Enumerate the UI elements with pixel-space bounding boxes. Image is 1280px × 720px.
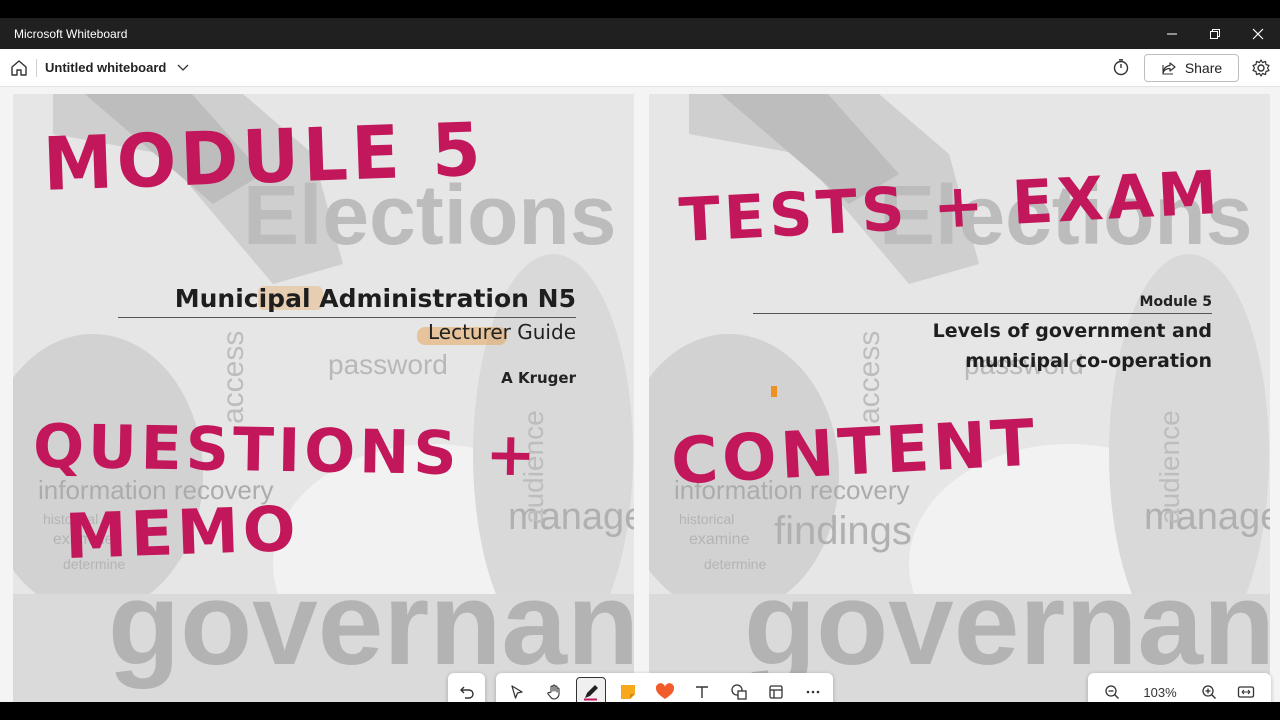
zoom-in-icon[interactable] — [1194, 677, 1224, 702]
bg-word-historical: historical — [679, 511, 734, 527]
app-window: Microsoft Whiteboard Untitled whiteboard… — [0, 18, 1280, 702]
ink-module-5[interactable]: MODULE 5 — [42, 106, 486, 207]
tools-toolbar — [496, 673, 833, 702]
ink-questions[interactable]: QUESTIONS + — [32, 412, 540, 491]
minimize-icon[interactable] — [1150, 18, 1194, 49]
fit-to-screen-icon[interactable] — [1231, 677, 1261, 702]
bg-word-audience: audience — [1154, 410, 1185, 524]
slide-lecturer-guide[interactable]: Elections password information recovery … — [13, 94, 634, 702]
sticky-note-icon[interactable] — [613, 677, 643, 702]
bg-word-governance: governance — [744, 558, 1270, 690]
zoom-toolbar: 103% — [1088, 673, 1271, 702]
title-bar: Microsoft Whiteboard — [0, 18, 1280, 49]
whiteboard-canvas[interactable]: Elections password information recovery … — [0, 88, 1280, 702]
text-icon[interactable] — [687, 677, 717, 702]
bg-word-password: password — [328, 349, 448, 380]
module-label: Module 5 — [1139, 294, 1212, 310]
bg-word-governance: governance — [108, 558, 634, 690]
title-divider — [753, 313, 1212, 314]
whiteboard-title[interactable]: Untitled whiteboard — [45, 60, 166, 75]
more-icon[interactable] — [798, 677, 828, 702]
timer-icon[interactable] — [1112, 58, 1130, 76]
share-label: Share — [1184, 60, 1223, 76]
gear-icon[interactable] — [1251, 58, 1271, 78]
pen-icon[interactable] — [575, 677, 606, 702]
chevron-down-icon[interactable] — [176, 61, 190, 75]
cursor-marker — [771, 386, 777, 397]
select-icon[interactable] — [502, 677, 532, 702]
zoom-out-icon[interactable] — [1097, 677, 1127, 702]
close-icon[interactable] — [1236, 18, 1280, 49]
undo-toolbar — [448, 673, 485, 702]
undo-icon[interactable] — [452, 677, 482, 702]
zoom-level[interactable]: 103% — [1130, 685, 1190, 700]
template-icon[interactable] — [761, 677, 791, 702]
share-icon — [1162, 62, 1176, 75]
home-icon[interactable] — [10, 59, 28, 77]
course-subtitle: Lecturer Guide — [427, 320, 576, 344]
bg-word-access: access — [217, 331, 250, 424]
restore-icon[interactable] — [1193, 18, 1237, 49]
hand-icon[interactable] — [539, 677, 569, 702]
bg-word-findings: findings — [774, 509, 912, 553]
reaction-icon[interactable] — [650, 677, 680, 702]
header-divider — [36, 59, 37, 77]
window-title: Microsoft Whiteboard — [14, 26, 128, 41]
course-title: Municipal Administration N5 — [174, 284, 576, 313]
slide-module-5[interactable]: Elections password information recovery … — [649, 94, 1270, 702]
bg-word-examine: examine — [689, 531, 750, 548]
module-title: Levels of government and municipal co-op… — [932, 320, 1212, 372]
app-header: Untitled whiteboard Share — [0, 49, 1280, 87]
title-divider — [118, 317, 576, 318]
share-button[interactable]: Share — [1144, 54, 1239, 82]
shapes-icon[interactable] — [724, 677, 754, 702]
course-author: A Kruger — [501, 369, 576, 387]
ink-memo[interactable]: MEMO — [64, 492, 301, 573]
